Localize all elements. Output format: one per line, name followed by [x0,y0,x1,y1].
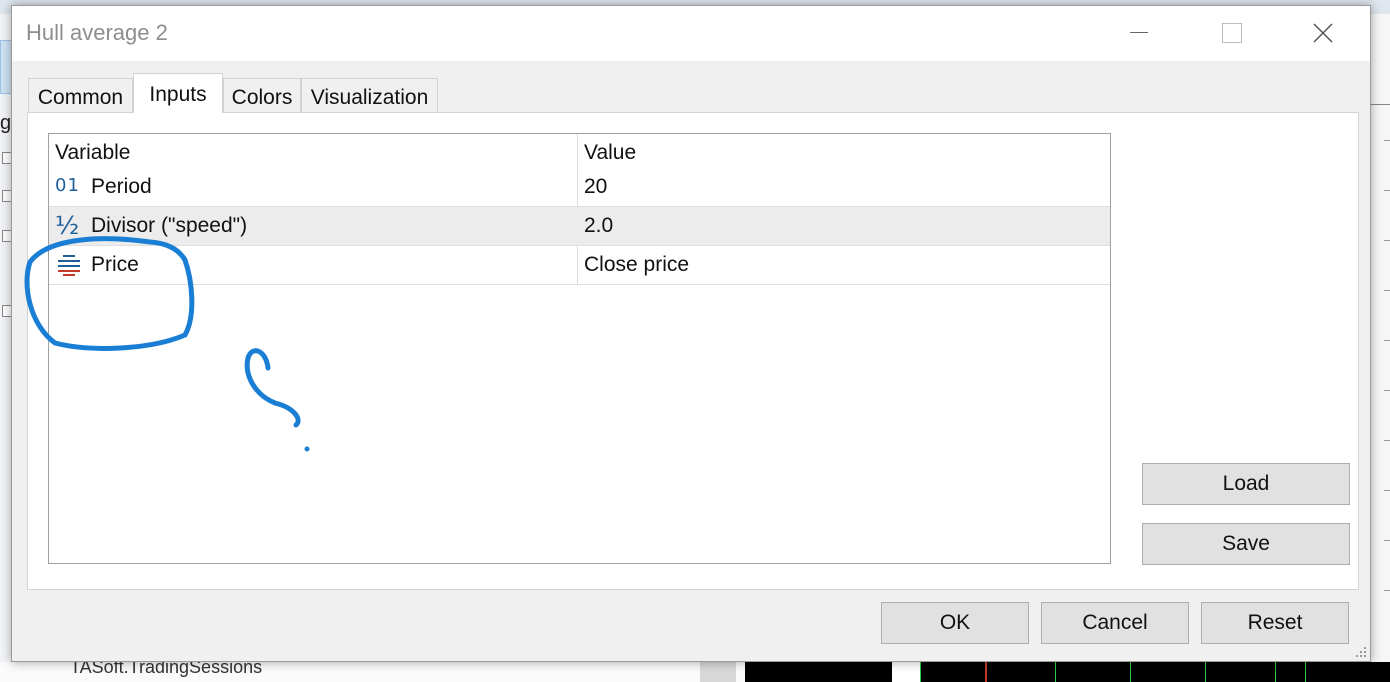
indicator-properties-dialog: Hull average 2 Common Inputs Colors Visu… [11,5,1371,662]
axis-tick [1384,390,1390,391]
chart-candle [1055,662,1056,682]
column-header-variable[interactable]: Variable [55,141,131,165]
axis-tick [1384,190,1390,191]
variable-value[interactable]: 2.0 [584,214,613,238]
table-row[interactable]: 01 Period 20 [49,168,1110,207]
inputs-grid: Variable Value 01 Period 20 ½ Divisor ("… [48,133,1111,564]
reset-button[interactable]: Reset [1201,602,1349,644]
maximize-button[interactable] [1208,6,1254,61]
axis-tick [1384,590,1390,591]
table-row[interactable]: ½ Divisor ("speed") 2.0 [49,207,1110,246]
tab-common[interactable]: Common [28,78,133,112]
resize-grip-icon[interactable] [1354,645,1368,659]
enum-icon [58,255,80,276]
chart-candle [1130,662,1131,682]
chart-line [985,662,987,682]
chart-candle [892,662,920,682]
background-scrollbar [700,662,736,682]
tab-visualization[interactable]: Visualization [301,78,438,112]
cancel-button[interactable]: Cancel [1041,602,1189,644]
minimize-icon [1130,32,1148,33]
title-bar[interactable]: Hull average 2 [12,6,1370,61]
background-right-panel [1370,14,1390,682]
variable-value[interactable]: Close price [584,253,689,277]
chart-candle [1205,662,1206,682]
axis-tick [1384,440,1390,441]
minimize-button[interactable] [1116,6,1162,61]
table-row[interactable]: Price Close price [49,246,1110,285]
dialog-title: Hull average 2 [26,20,168,45]
chart-candle [1305,662,1306,682]
column-header-value[interactable]: Value [584,141,636,165]
load-button[interactable]: Load [1142,463,1350,505]
variable-name: Divisor ("speed") [91,214,248,237]
axis-tick [1384,540,1390,541]
tab-colors[interactable]: Colors [223,78,301,112]
save-button[interactable]: Save [1142,523,1350,565]
close-icon [1313,23,1333,43]
axis-tick [1384,290,1390,291]
chart-candle [1275,662,1276,682]
tab-inputs[interactable]: Inputs [133,73,223,113]
background-chart [745,662,1390,682]
axis-tick [1384,490,1390,491]
axis-tick [1384,340,1390,341]
close-button[interactable] [1300,6,1346,61]
axis-tick [1384,140,1390,141]
grid-header-row: Variable Value [49,134,1110,172]
variable-value[interactable]: 20 [584,175,607,199]
background-panel-text: g [0,112,12,134]
integer-icon: 01 [55,175,80,196]
inputs-tab-panel: Variable Value 01 Period 20 ½ Divisor ("… [27,112,1359,590]
chart-candle [920,662,921,682]
variable-name: Price [91,253,139,276]
maximize-icon [1222,23,1242,43]
axis-tick [1384,240,1390,241]
variable-name: Period [91,175,152,198]
background-divider [1370,104,1390,105]
ok-button[interactable]: OK [881,602,1029,644]
fraction-icon: ½ [55,211,80,240]
